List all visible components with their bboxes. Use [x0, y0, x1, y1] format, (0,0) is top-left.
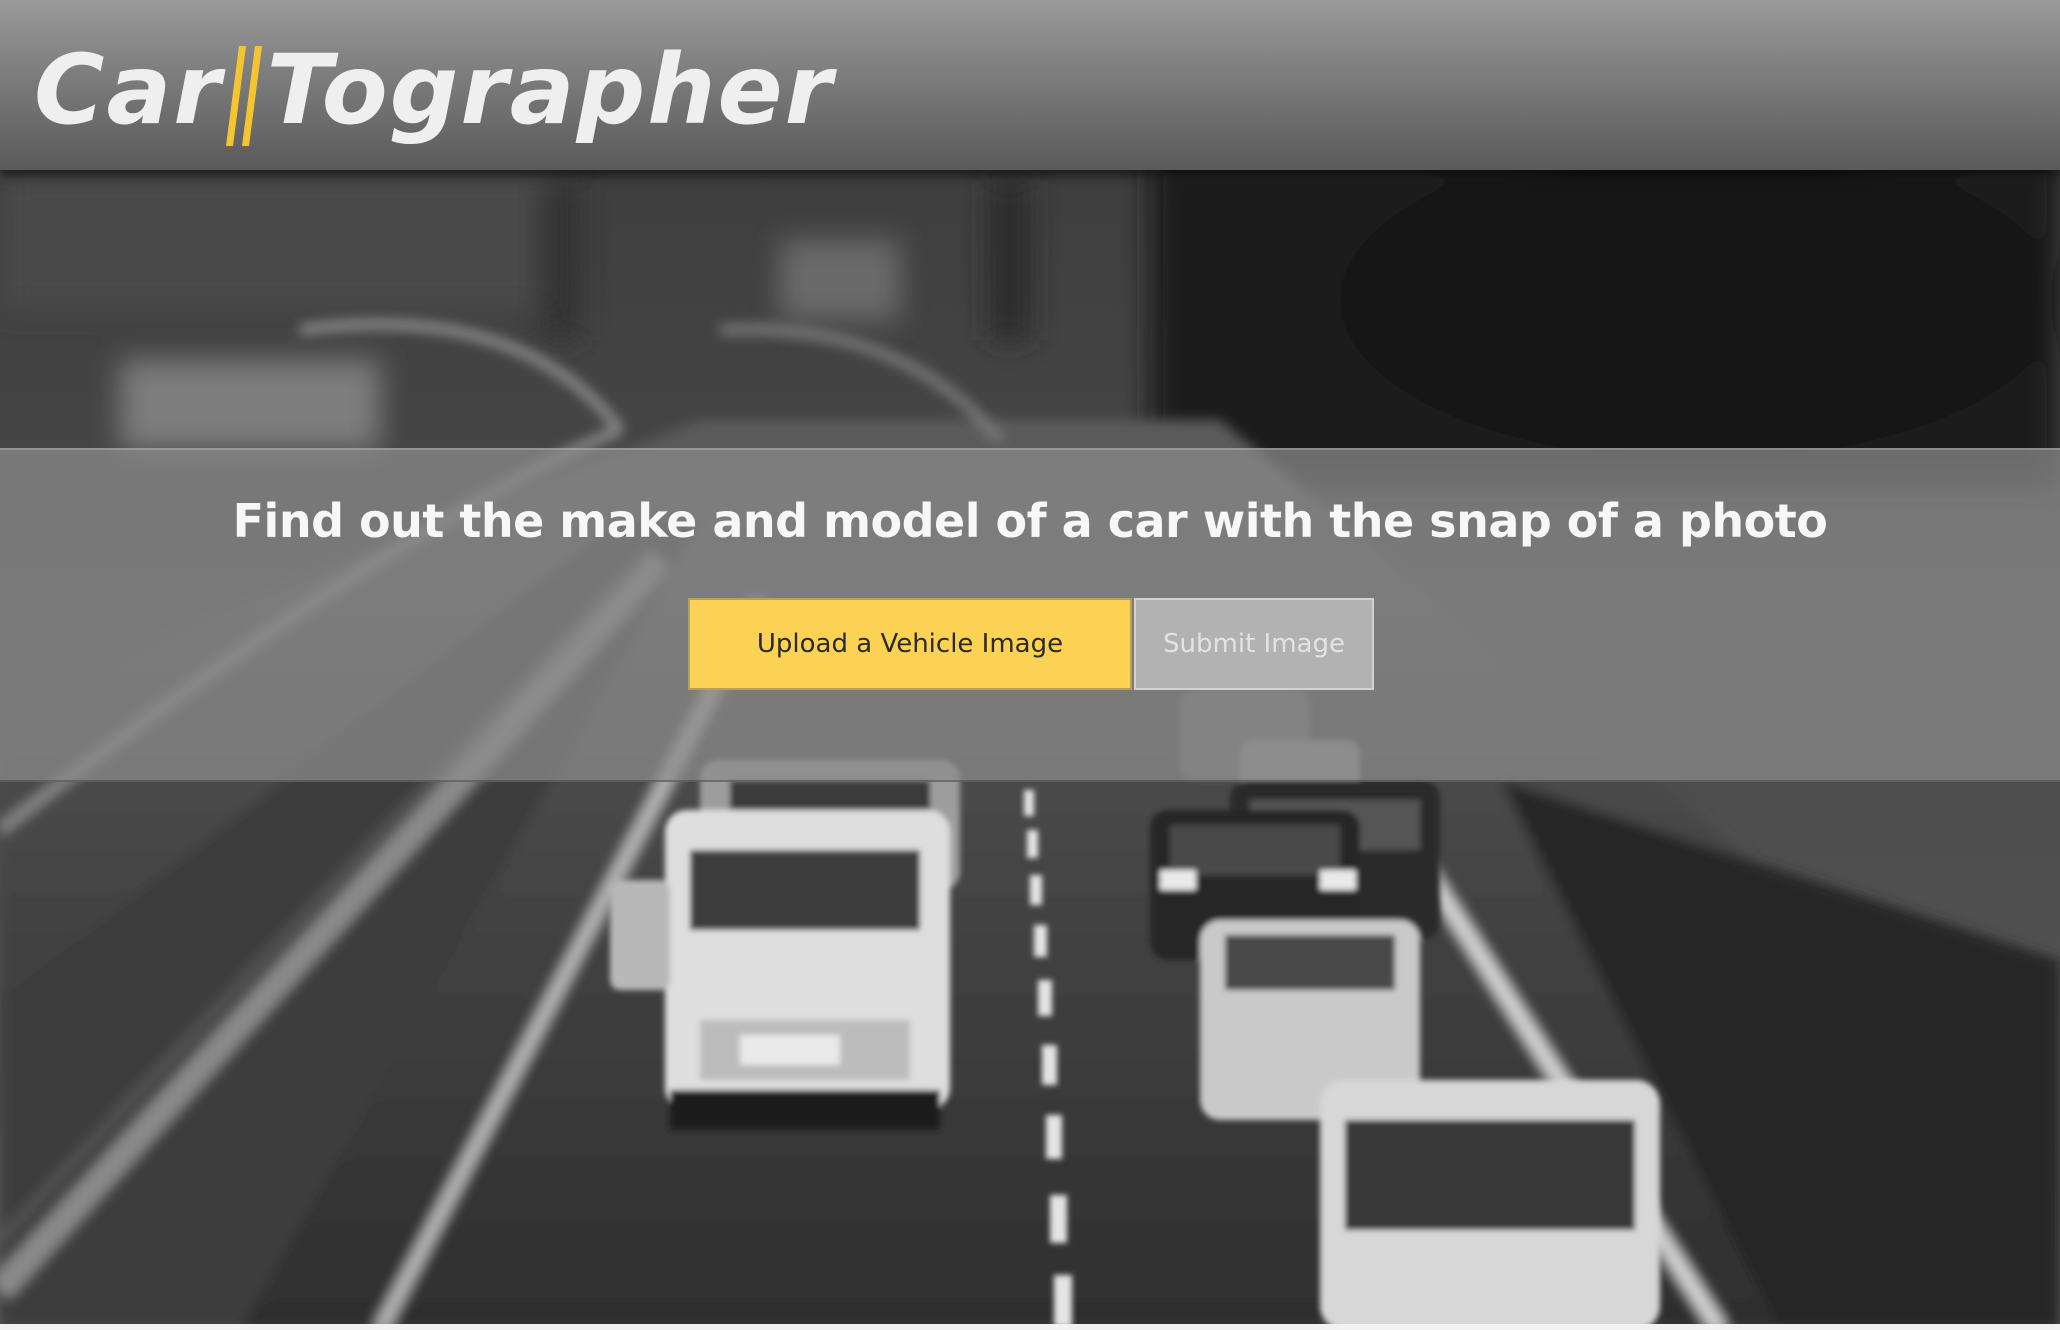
logo-text-part2: Tographer — [266, 34, 834, 146]
brand-logo[interactable]: Car Tographer — [34, 28, 834, 146]
upload-actions: Upload a Vehicle Image Submit Image — [688, 598, 1374, 690]
submit-image-button[interactable]: Submit Image — [1134, 598, 1374, 690]
upload-vehicle-image-button[interactable]: Upload a Vehicle Image — [688, 598, 1132, 690]
logo-text-part1: Car — [34, 34, 223, 146]
hero-panel: Find out the make and model of a car wit… — [0, 448, 2060, 782]
page: Car Tographer Find out the make and mode… — [0, 0, 2060, 1330]
page-bottom-edge — [0, 1324, 2060, 1330]
site-header: Car Tographer — [0, 0, 2060, 170]
double-slash-icon — [225, 42, 263, 146]
hero-tagline: Find out the make and model of a car wit… — [232, 494, 1828, 548]
